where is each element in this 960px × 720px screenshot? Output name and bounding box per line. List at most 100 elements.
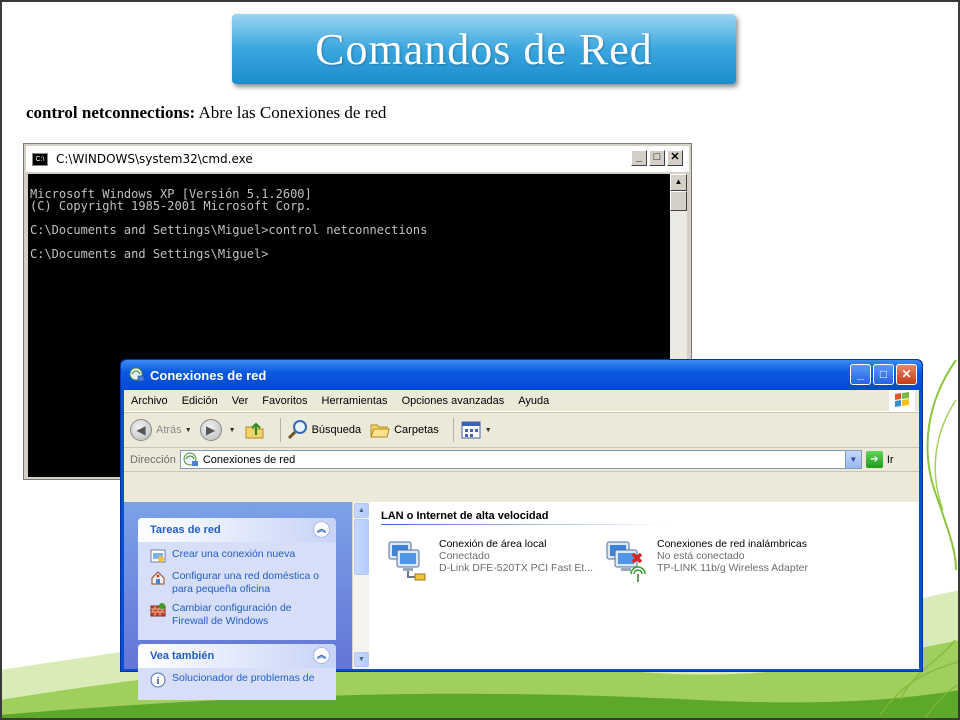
- network-connections-icon: [183, 452, 198, 466]
- connection-device: D-Link DFE-520TX PCI Fast Et...: [439, 562, 594, 574]
- content-area: Tareas de red ︽ Crear una conexión nueva: [124, 502, 919, 700]
- toolbar-separator: [279, 418, 281, 442]
- search-button[interactable]: Búsqueda: [287, 419, 362, 441]
- connection-name: Conexiones de red inalámbricas: [657, 538, 807, 550]
- task-firewall-settings[interactable]: Cambiar configuración de Firewall de Win…: [150, 602, 328, 628]
- see-also-label: Solucionador de problemas de: [172, 672, 315, 684]
- folders-button[interactable]: Carpetas: [369, 419, 439, 441]
- group-divider: [381, 524, 667, 525]
- cmd-icon: C:\: [32, 152, 48, 166]
- task-pane: Tareas de red ︽ Crear una conexión nueva: [124, 502, 352, 700]
- forward-button[interactable]: ▶ ▼: [199, 419, 236, 441]
- connections-list-pane: LAN o Internet de alta velocidad Conexió…: [369, 502, 919, 669]
- task-label: Configurar una red doméstica o para pequ…: [172, 570, 320, 595]
- forward-dropdown-icon[interactable]: ▼: [229, 427, 236, 434]
- menu-herramientas[interactable]: Herramientas: [315, 395, 395, 407]
- menu-opciones-avanzadas[interactable]: Opciones avanzadas: [395, 395, 512, 407]
- new-connection-icon: [150, 549, 166, 563]
- views-icon: [461, 421, 481, 439]
- see-also-troubleshooter[interactable]: i Solucionador de problemas de: [150, 672, 328, 688]
- see-also-header[interactable]: Vea también ︽: [138, 644, 336, 668]
- scroll-up-arrow-icon[interactable]: ▲: [670, 174, 687, 191]
- toolbar-separator: [452, 418, 454, 442]
- network-tasks-panel: Tareas de red ︽ Crear una conexión nueva: [138, 518, 336, 640]
- address-input[interactable]: Conexiones de red ▼: [179, 450, 862, 469]
- menu-favoritos[interactable]: Favoritos: [255, 395, 314, 407]
- scroll-down-arrow-icon[interactable]: ▼: [354, 652, 369, 667]
- minimize-button[interactable]: _: [850, 364, 871, 385]
- search-icon: [287, 420, 307, 440]
- back-button[interactable]: ◀ Atrás ▼: [130, 419, 192, 441]
- close-button[interactable]: ✕: [896, 364, 917, 385]
- views-button[interactable]: ▼: [460, 419, 492, 441]
- up-folder-icon: [245, 422, 264, 439]
- network-tasks-title: Tareas de red: [150, 524, 221, 536]
- address-dropdown-icon[interactable]: ▼: [844, 451, 861, 468]
- menu-edicion[interactable]: Edición: [175, 395, 225, 407]
- network-connections-icon: [129, 367, 145, 382]
- cmd-titlebar[interactable]: C:\ C:\WINDOWS\system32\cmd.exe _ □ ✕: [26, 146, 689, 172]
- search-label: Búsqueda: [311, 424, 362, 436]
- home-network-icon: [151, 571, 165, 585]
- views-dropdown-icon[interactable]: ▼: [485, 427, 492, 434]
- connection-name: Conexión de área local: [439, 538, 547, 550]
- maximize-button[interactable]: □: [649, 150, 665, 166]
- group-header: LAN o Internet de alta velocidad: [381, 510, 549, 522]
- connection-status: Conectado: [439, 550, 490, 562]
- network-tasks-header[interactable]: Tareas de red ︽: [138, 518, 336, 542]
- connection-item-lan[interactable]: Conexión de área local Conectado D-Link …: [385, 538, 593, 584]
- back-label: Atrás: [156, 424, 182, 436]
- back-arrow-icon: ◀: [130, 419, 152, 441]
- svg-text:i: i: [157, 676, 160, 687]
- connection-status: No está conectado: [657, 550, 745, 562]
- collapse-chevron-icon[interactable]: ︽: [313, 647, 330, 664]
- console-line: C:\Documents and Settings\Miguel>control…: [30, 223, 428, 237]
- task-pane-scrollbar[interactable]: ▲ ▼: [352, 502, 369, 669]
- see-also-panel: Vea también ︽ i Solucionador de problema…: [138, 644, 336, 700]
- window-client-area: Archivo Edición Ver Favoritos Herramient…: [124, 390, 919, 700]
- standard-toolbar: ◀ Atrás ▼ ▶ ▼ Búsqueda Carpetas ▼: [124, 412, 919, 448]
- slide-subtitle: control netconnections: Abre las Conexio…: [26, 103, 386, 123]
- task-create-connection[interactable]: Crear una conexión nueva: [150, 548, 328, 564]
- console-line: C:\Documents and Settings\Miguel>: [30, 247, 269, 261]
- scroll-thumb[interactable]: [354, 519, 369, 575]
- network-tasks-list: Crear una conexión nueva Configurar una …: [138, 542, 336, 640]
- menu-bar: Archivo Edición Ver Favoritos Herramient…: [124, 390, 919, 412]
- task-label: Crear una conexión nueva: [172, 548, 296, 560]
- connection-item-wireless[interactable]: Conexiones de red inalámbricas No está c…: [603, 538, 808, 584]
- slide-title: Comandos de Red: [232, 14, 736, 84]
- network-window-titlebar[interactable]: Conexiones de red _ □ ✕: [121, 360, 922, 390]
- address-value: Conexiones de red: [202, 453, 296, 466]
- network-connections-window: Conexiones de red _ □ ✕ Archivo Edición …: [120, 359, 923, 700]
- up-folder-button[interactable]: [244, 419, 266, 441]
- collapse-chevron-icon[interactable]: ︽: [313, 521, 330, 538]
- folders-icon: [370, 424, 390, 438]
- minimize-button[interactable]: _: [631, 150, 647, 166]
- menu-ver[interactable]: Ver: [225, 395, 256, 407]
- info-icon: i: [150, 672, 166, 688]
- console-line: (C) Copyright 1985-2001 Microsoft Corp.: [30, 199, 312, 213]
- cmd-title: C:\WINDOWS\system32\cmd.exe: [56, 152, 253, 166]
- forward-arrow-icon: ▶: [199, 419, 222, 441]
- see-also-title: Vea también: [150, 650, 215, 662]
- back-dropdown-icon[interactable]: ▼: [185, 427, 192, 434]
- close-button[interactable]: ✕: [667, 150, 683, 166]
- see-also-list: i Solucionador de problemas de: [138, 668, 336, 700]
- maximize-button[interactable]: □: [873, 364, 894, 385]
- address-bar: Dirección Conexiones de red ▼ ➔ Ir: [124, 448, 919, 472]
- go-label: Ir: [886, 453, 894, 466]
- menu-archivo[interactable]: Archivo: [124, 395, 175, 407]
- lan-connection-icon: [388, 541, 426, 581]
- task-home-network[interactable]: Configurar una red doméstica o para pequ…: [150, 570, 328, 596]
- folders-label: Carpetas: [394, 424, 439, 436]
- scroll-thumb[interactable]: [670, 191, 687, 211]
- firewall-icon: [150, 603, 166, 617]
- go-button[interactable]: ➔ Ir: [865, 451, 894, 468]
- menu-ayuda[interactable]: Ayuda: [511, 395, 556, 407]
- connection-device: TP-LINK 11b/g Wireless Adapter: [657, 562, 808, 574]
- address-label: Dirección: [130, 453, 176, 466]
- windows-logo-icon: [889, 390, 915, 412]
- scroll-up-arrow-icon[interactable]: ▲: [354, 503, 369, 518]
- command-description: Abre las Conexiones de red: [195, 103, 387, 122]
- go-arrow-icon: ➔: [865, 451, 883, 468]
